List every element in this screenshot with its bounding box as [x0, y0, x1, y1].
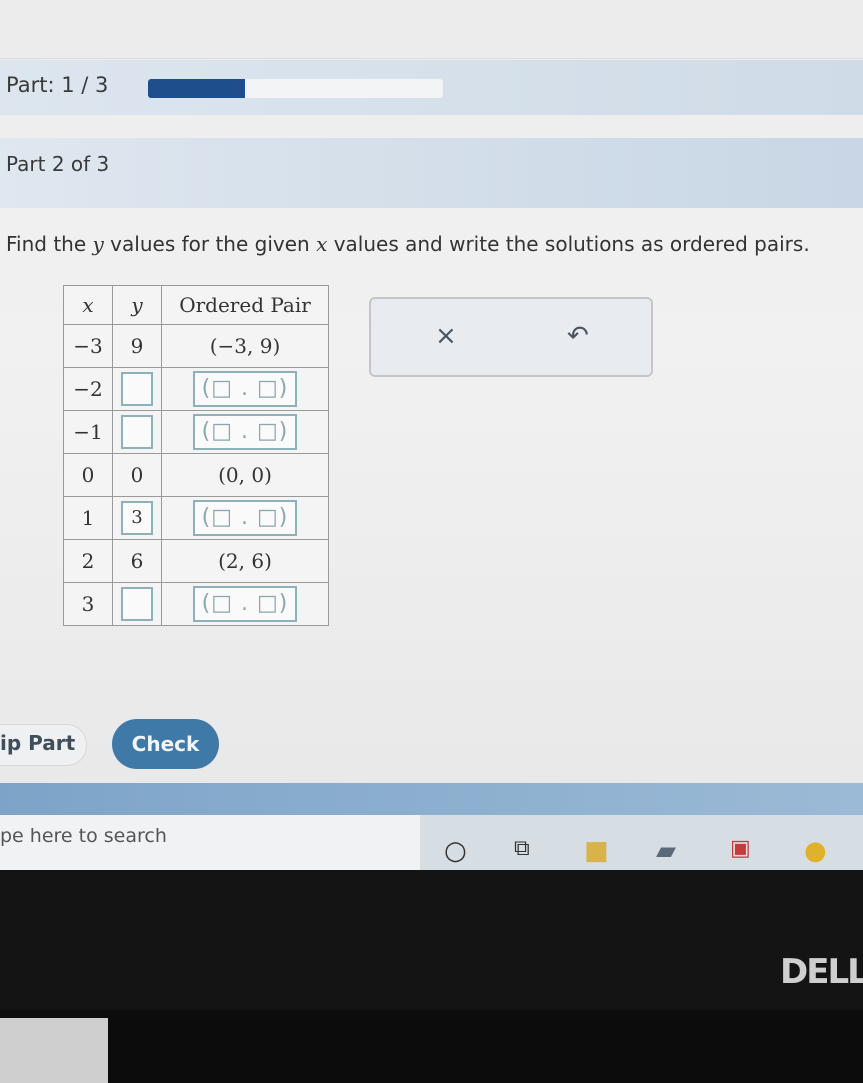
top-strip: [0, 0, 863, 59]
cell-y: 0: [112, 453, 162, 497]
y-input[interactable]: [121, 587, 153, 621]
pair-input[interactable]: (□ . □): [193, 500, 297, 536]
undo-icon[interactable]: ↶: [567, 321, 589, 351]
cell-y: 9: [112, 324, 162, 368]
table-row: 3 (□ . □): [63, 582, 329, 626]
cell-x: 3: [63, 582, 113, 626]
search-placeholder: pe here to search: [0, 825, 167, 847]
cell-pair: (−3, 9): [161, 324, 329, 368]
table-row: −3 9 (−3, 9): [63, 324, 329, 368]
cell-y: [112, 582, 162, 626]
cell-y: [112, 367, 162, 411]
question-var-x: x: [316, 232, 328, 256]
y-input[interactable]: 3: [121, 501, 153, 535]
table-row: 0 0 (0, 0): [63, 453, 329, 497]
progress-fill: [148, 79, 246, 98]
cell-x: −2: [63, 367, 113, 411]
keyboard-edge: [0, 1018, 108, 1083]
progress-bar: [148, 79, 443, 98]
taskbar-search[interactable]: pe here to search: [0, 815, 420, 870]
part-counter: Part: 1 / 3: [6, 73, 109, 97]
y-input[interactable]: [121, 415, 153, 449]
cell-pair: (2, 6): [161, 539, 329, 583]
cell-y: 3: [112, 496, 162, 540]
pair-input[interactable]: (□ . □): [193, 414, 297, 450]
cell-x: 2: [63, 539, 113, 583]
answer-toolbox: × ↶: [369, 297, 653, 377]
file-explorer-icon[interactable]: ■: [584, 836, 609, 866]
values-table: x y Ordered Pair −3 9 (−3, 9) −2 (□ . □)…: [63, 285, 329, 626]
cell-pair: (□ . □): [161, 367, 329, 411]
pair-input[interactable]: (□ . □): [193, 586, 297, 622]
monitor-base: [0, 1010, 863, 1083]
table-row: 2 6 (2, 6): [63, 539, 329, 583]
table-header-row: x y Ordered Pair: [63, 285, 329, 325]
cell-pair: (□ . □): [161, 582, 329, 626]
cell-x: −1: [63, 410, 113, 454]
skip-part-button[interactable]: ip Part: [0, 724, 87, 766]
cell-y: 6: [112, 539, 162, 583]
cell-pair: (□ . □): [161, 410, 329, 454]
cell-x: 0: [63, 453, 113, 497]
cell-y: [112, 410, 162, 454]
question-suffix: values and write the solutions as ordere…: [327, 232, 810, 256]
skip-part-label: ip Part: [0, 731, 76, 755]
cortana-icon[interactable]: ○: [444, 836, 467, 866]
table-row: −2 (□ . □): [63, 367, 329, 411]
subpart-title: Part 2 of 3: [6, 152, 110, 176]
cell-x: 1: [63, 496, 113, 540]
clear-icon[interactable]: ×: [435, 321, 457, 351]
footer-strip: [0, 783, 863, 815]
header-ordered-pair: Ordered Pair: [161, 285, 329, 325]
cell-pair: (□ . □): [161, 496, 329, 540]
table-row: 1 3 (□ . □): [63, 496, 329, 540]
question-var-y: y: [92, 232, 104, 256]
cell-pair: (0, 0): [161, 453, 329, 497]
header-y: y: [112, 285, 162, 325]
y-input[interactable]: [121, 372, 153, 406]
question-text: Find the y values for the given x values…: [6, 232, 810, 256]
header-x: x: [63, 285, 113, 325]
chrome-icon[interactable]: ●: [804, 836, 827, 866]
pair-input[interactable]: (□ . □): [193, 371, 297, 407]
question-prefix: Find the: [6, 232, 93, 256]
task-view-icon[interactable]: ⧉: [514, 836, 530, 861]
notes-icon[interactable]: ▰: [656, 836, 676, 866]
mail-icon[interactable]: ▣: [730, 836, 751, 861]
subpart-header: [0, 138, 863, 208]
question-middle: values for the given: [103, 232, 317, 256]
cell-x: −3: [63, 324, 113, 368]
table-row: −1 (□ . □): [63, 410, 329, 454]
brand-logo: DELL: [780, 952, 863, 992]
check-button[interactable]: Check: [112, 719, 219, 769]
